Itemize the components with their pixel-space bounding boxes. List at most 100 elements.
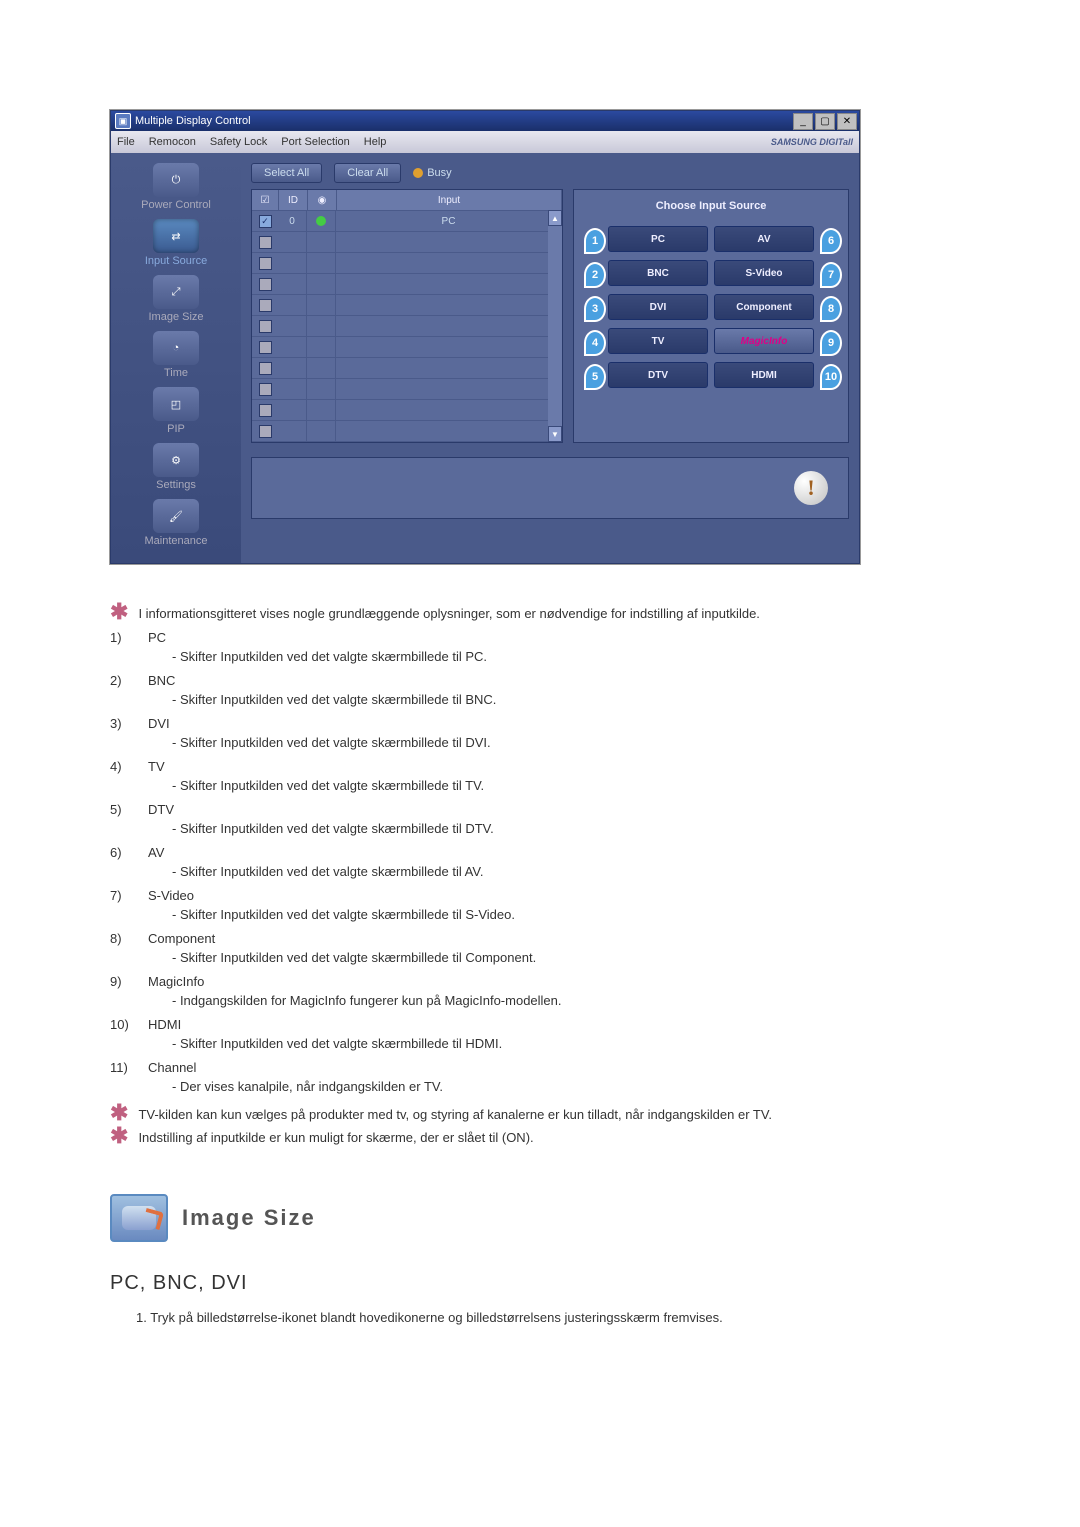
item-description: - Skifter Inputkilden ved det valgte skæ…: [172, 1034, 970, 1054]
item-number: 7): [110, 886, 134, 906]
menu-help[interactable]: Help: [364, 136, 387, 148]
table-row[interactable]: ✓ 0 PC: [252, 211, 562, 232]
grid-header-check[interactable]: ☑: [252, 190, 279, 210]
item-title: S-Video: [148, 886, 194, 906]
row-checkbox[interactable]: [259, 404, 272, 417]
star-icon: ✱: [110, 1128, 128, 1144]
sidebar-item-label: Time: [164, 367, 188, 379]
row-checkbox[interactable]: [259, 341, 272, 354]
menu-safety-lock[interactable]: Safety Lock: [210, 136, 267, 148]
callout-10: 10: [820, 364, 842, 390]
list-item: 9)MagicInfo: [110, 972, 970, 992]
list-item: 5)DTV: [110, 800, 970, 820]
menu-port-selection[interactable]: Port Selection: [281, 136, 349, 148]
list-item: 11)Channel: [110, 1058, 970, 1078]
grid-header-input: Input: [337, 190, 562, 210]
sidebar-item-label: Power Control: [141, 199, 211, 211]
item-title: Channel: [148, 1058, 196, 1078]
item-description: - Skifter Inputkilden ved det valgte skæ…: [172, 862, 970, 882]
sidebar-item-pip[interactable]: ◰ PIP: [121, 387, 231, 441]
row-checkbox[interactable]: [259, 299, 272, 312]
list-item: 1)PC: [110, 628, 970, 648]
input-source-panel: Choose Input Source 1 PC AV 6 2 BNC S-Vi…: [573, 189, 849, 443]
item-description: - Skifter Inputkilden ved det valgte skæ…: [172, 905, 970, 925]
row-checkbox[interactable]: [259, 257, 272, 270]
select-all-button[interactable]: Select All: [251, 163, 322, 183]
item-number: 9): [110, 972, 134, 992]
sidebar-item-image-size[interactable]: ⤢ Image Size: [121, 275, 231, 329]
minimize-button[interactable]: _: [793, 113, 813, 130]
sidebar-item-maintenance[interactable]: 🖌 Maintenance: [121, 499, 231, 553]
sidebar-item-label: Maintenance: [145, 535, 208, 547]
body-text: 1. Tryk på billedstørrelse-ikonet blandt…: [136, 1308, 970, 1328]
subsection-title: PC, BNC, DVI: [110, 1268, 970, 1298]
section-title: Image Size: [182, 1201, 316, 1234]
callout-6: 6: [820, 228, 842, 254]
grid-scrollbar[interactable]: ▲ ▼: [548, 210, 562, 442]
list-item: 4) TV: [110, 757, 970, 777]
star-icon: ✱: [110, 604, 128, 620]
section-head: Image Size: [110, 1194, 970, 1242]
source-dvi-button[interactable]: DVI: [608, 294, 708, 320]
source-dtv-button[interactable]: DTV: [608, 362, 708, 388]
list-item: 8)Component: [110, 929, 970, 949]
table-row[interactable]: [252, 232, 562, 253]
row-checkbox[interactable]: ✓: [259, 215, 272, 228]
callout-1: 1: [584, 228, 606, 254]
star-icon: ✱: [110, 1105, 128, 1121]
table-row[interactable]: [252, 358, 562, 379]
window-title: Multiple Display Control: [135, 115, 251, 127]
document-body: ✱ I informationsgitteret vises nogle gru…: [110, 604, 970, 1327]
source-hdmi-button[interactable]: HDMI: [714, 362, 814, 388]
callout-8: 8: [820, 296, 842, 322]
row-checkbox[interactable]: [259, 278, 272, 291]
source-pc-button[interactable]: PC: [608, 226, 708, 252]
item-number: 4): [110, 757, 134, 777]
settings-icon: ⚙: [153, 443, 199, 477]
note-text: TV-kilden kan kun vælges på produkter me…: [138, 1105, 772, 1125]
source-bnc-button[interactable]: BNC: [608, 260, 708, 286]
item-title: DVI: [148, 714, 170, 734]
row-checkbox[interactable]: [259, 236, 272, 249]
item-description: - Skifter Inputkilden ved det valgte skæ…: [172, 819, 970, 839]
scroll-down-icon[interactable]: ▼: [548, 426, 562, 442]
sidebar-item-input-source[interactable]: ⇄ Input Source: [121, 219, 231, 273]
menu-remocon[interactable]: Remocon: [149, 136, 196, 148]
menu-file[interactable]: File: [117, 136, 135, 148]
sidebar-item-label: PIP: [167, 423, 185, 435]
table-row[interactable]: [252, 274, 562, 295]
table-row[interactable]: [252, 379, 562, 400]
table-row[interactable]: [252, 421, 562, 442]
grid-header-id: ID: [279, 190, 308, 210]
source-av-button[interactable]: AV: [714, 226, 814, 252]
source-magicinfo-button[interactable]: MagicInfo: [714, 328, 814, 354]
item-title: TV: [148, 757, 165, 777]
power-icon: ⏻: [153, 163, 199, 197]
item-description: - Skifter Inputkilden ved det valgte skæ…: [172, 776, 970, 796]
row-checkbox[interactable]: [259, 320, 272, 333]
sidebar-item-power-control[interactable]: ⏻ Power Control: [121, 163, 231, 217]
scroll-up-icon[interactable]: ▲: [548, 210, 562, 226]
sidebar-item-settings[interactable]: ⚙ Settings: [121, 443, 231, 497]
item-title: Component: [148, 929, 215, 949]
table-row[interactable]: [252, 400, 562, 421]
row-checkbox[interactable]: [259, 425, 272, 438]
clear-all-button[interactable]: Clear All: [334, 163, 401, 183]
table-row[interactable]: [252, 337, 562, 358]
source-tv-button[interactable]: TV: [608, 328, 708, 354]
table-row[interactable]: [252, 253, 562, 274]
table-row[interactable]: [252, 295, 562, 316]
app-icon: ▣: [115, 113, 131, 129]
row-checkbox[interactable]: [259, 362, 272, 375]
table-row[interactable]: [252, 316, 562, 337]
row-checkbox[interactable]: [259, 383, 272, 396]
sidebar-item-time[interactable]: ◔ Time: [121, 331, 231, 385]
maximize-button[interactable]: ▢: [815, 113, 835, 130]
info-icon[interactable]: !: [794, 471, 828, 505]
time-icon: ◔: [153, 331, 199, 365]
close-button[interactable]: ✕: [837, 113, 857, 130]
item-description: - Skifter Inputkilden ved det valgte skæ…: [172, 733, 970, 753]
source-svideo-button[interactable]: S-Video: [714, 260, 814, 286]
sidebar-item-label: Settings: [156, 479, 196, 491]
source-component-button[interactable]: Component: [714, 294, 814, 320]
